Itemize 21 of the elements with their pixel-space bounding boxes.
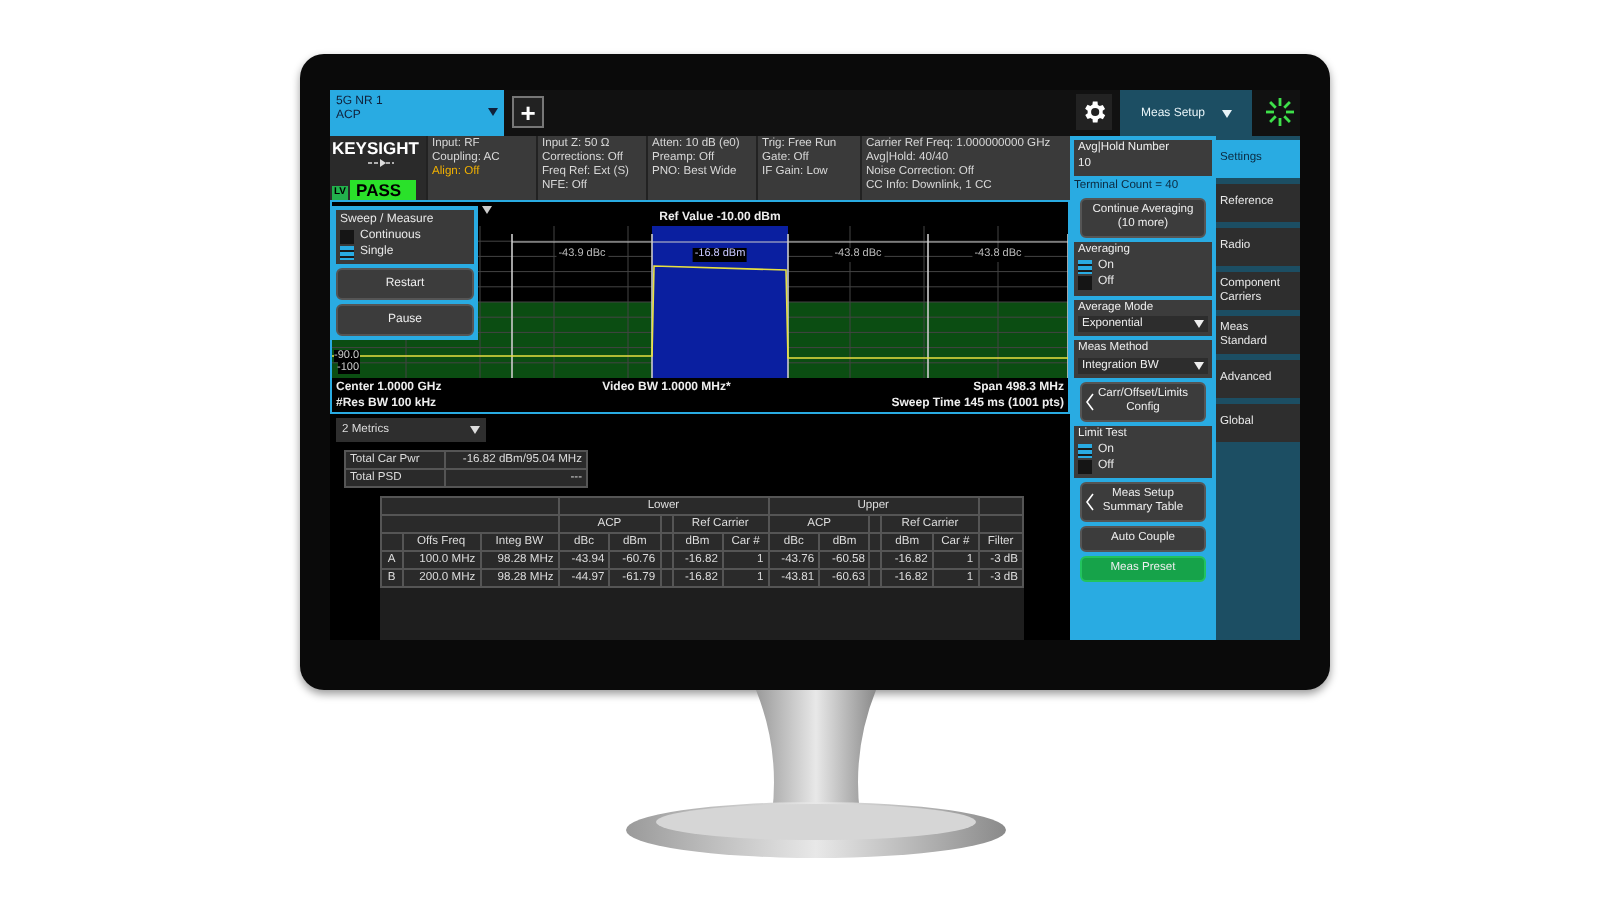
radio-indicator[interactable] — [1078, 260, 1092, 274]
caret-icon — [482, 206, 492, 214]
caret-icon — [1194, 361, 1204, 369]
settings-icon — [1080, 98, 1108, 126]
caret-icon — [470, 426, 480, 434]
radio-indicator[interactable] — [1078, 459, 1092, 473]
caret-icon — [1194, 320, 1204, 328]
add-tab-button[interactable]: + — [512, 96, 544, 128]
logo: KEYSIGHT — [332, 138, 419, 158]
spinner-icon — [1264, 96, 1296, 128]
arrow-icon — [368, 158, 396, 168]
pass-indicator: PASS — [350, 180, 416, 200]
radio-indicator[interactable] — [1078, 276, 1092, 290]
radio-indicator[interactable] — [1078, 443, 1092, 457]
caret-icon — [488, 108, 498, 116]
chevron-left-icon — [1086, 392, 1094, 410]
chevron-left-icon — [1086, 493, 1094, 511]
radio-indicator[interactable] — [340, 245, 354, 259]
caret-icon — [1221, 109, 1232, 117]
settings-button[interactable] — [1076, 94, 1112, 130]
radio-indicator[interactable] — [340, 229, 354, 243]
